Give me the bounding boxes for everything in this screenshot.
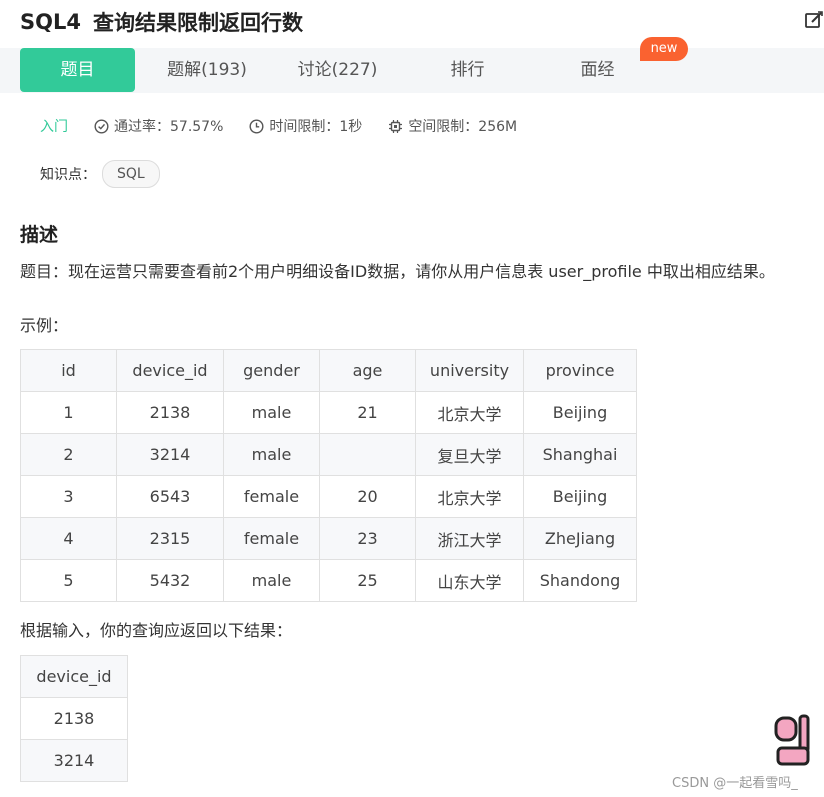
example-table: id device_id gender age university provi…: [20, 349, 637, 602]
table-cell: [319, 433, 416, 476]
table-cell: 21: [319, 391, 416, 434]
table-cell: male: [223, 433, 320, 476]
table-cell: 北京大学: [415, 391, 524, 434]
table-cell: male: [223, 391, 320, 434]
table-header-row: id device_id gender age university provi…: [20, 349, 637, 392]
table-cell: 山东大学: [415, 559, 524, 602]
tab-ranking[interactable]: 排行: [410, 48, 525, 92]
question-id: SQL4: [20, 10, 81, 34]
table-cell: 3214: [116, 433, 224, 476]
table-cell: male: [223, 559, 320, 602]
decorative-sticker-icon: [774, 714, 810, 766]
table-cell: 3: [20, 475, 117, 518]
check-circle-icon: [94, 118, 109, 134]
pass-rate-text: 通过率：57.57%: [114, 119, 224, 135]
clock-icon: [249, 118, 264, 134]
knowledge-points: 知识点： SQL: [40, 160, 160, 188]
table-cell: female: [223, 475, 320, 518]
table-cell: 5432: [116, 559, 224, 602]
table-cell: 20: [319, 475, 416, 518]
tab-discussion[interactable]: 讨论(227): [280, 48, 395, 92]
table-cell: 2315: [116, 517, 224, 560]
table-cell: 2: [20, 433, 117, 476]
result-label: 根据输入，你的查询应返回以下结果：: [20, 621, 293, 640]
table-cell: 5: [20, 559, 117, 602]
column-header: device_id: [20, 655, 128, 698]
column-header: gender: [223, 349, 320, 392]
watermark: CSDN @一起看雪吗_: [672, 776, 798, 791]
problem-title: SQL4 查询结果限制返回行数: [20, 6, 303, 38]
table-row: 2138: [20, 697, 128, 740]
column-header: id: [20, 349, 117, 392]
knowledge-tag-sql[interactable]: SQL: [102, 160, 160, 188]
difficulty-level: 入门: [40, 119, 68, 135]
time-limit: 时间限制：1秒: [249, 116, 362, 136]
space-limit: 空间限制：256M: [388, 116, 517, 136]
table-cell: Shanghai: [523, 433, 637, 476]
description-text: 题目：现在运营只需要查看前2个用户明细设备ID数据，请你从用户信息表 user_…: [20, 262, 775, 281]
table-cell: female: [223, 517, 320, 560]
table-cell: 北京大学: [415, 475, 524, 518]
table-row: 1 2138 male 21 北京大学 Beijing: [20, 391, 637, 434]
knowledge-label: 知识点：: [40, 167, 96, 183]
tab-problem[interactable]: 题目: [20, 48, 135, 92]
tab-bar: 题目 题解(193) 讨论(227) 排行 面经: [0, 48, 824, 93]
table-cell: 2138: [116, 391, 224, 434]
table-cell: ZheJiang: [523, 517, 637, 560]
table-cell: 25: [319, 559, 416, 602]
column-header: university: [415, 349, 524, 392]
column-header: age: [319, 349, 416, 392]
column-header: province: [523, 349, 637, 392]
result-table: device_id 2138 3214: [20, 655, 128, 782]
table-row: 3214: [20, 739, 128, 782]
example-label: 示例：: [20, 316, 69, 335]
table-cell: Shandong: [523, 559, 637, 602]
table-cell: 3214: [20, 739, 128, 782]
column-header: device_id: [116, 349, 224, 392]
table-cell: 23: [319, 517, 416, 560]
table-header-row: device_id: [20, 655, 128, 698]
problem-meta: 入门 通过率：57.57% 时间限制：1秒 空间限制：256M: [40, 114, 543, 138]
table-cell: 浙江大学: [415, 517, 524, 560]
table-row: 3 6543 female 20 北京大学 Beijing: [20, 475, 637, 518]
table-row: 5 5432 male 25 山东大学 Shandong: [20, 559, 637, 602]
edit-icon[interactable]: [804, 10, 824, 30]
table-cell: Beijing: [523, 475, 637, 518]
new-badge: new: [640, 37, 688, 61]
table-cell: 复旦大学: [415, 433, 524, 476]
time-limit-text: 时间限制：1秒: [269, 119, 363, 135]
table-cell: 4: [20, 517, 117, 560]
question-title: 查询结果限制返回行数: [92, 11, 303, 35]
table-cell: 2138: [20, 697, 128, 740]
table-cell: Beijing: [523, 391, 637, 434]
table-cell: 1: [20, 391, 117, 434]
tab-interview[interactable]: 面经: [540, 48, 655, 92]
table-cell: 6543: [116, 475, 224, 518]
table-row: 2 3214 male 复旦大学 Shanghai: [20, 433, 637, 476]
description-heading: 描述: [20, 224, 59, 246]
tab-solutions[interactable]: 题解(193): [148, 48, 266, 92]
space-limit-text: 空间限制：256M: [408, 119, 518, 135]
chip-icon: [389, 119, 403, 133]
table-row: 4 2315 female 23 浙江大学 ZheJiang: [20, 517, 637, 560]
pass-rate: 通过率：57.57%: [94, 116, 223, 136]
